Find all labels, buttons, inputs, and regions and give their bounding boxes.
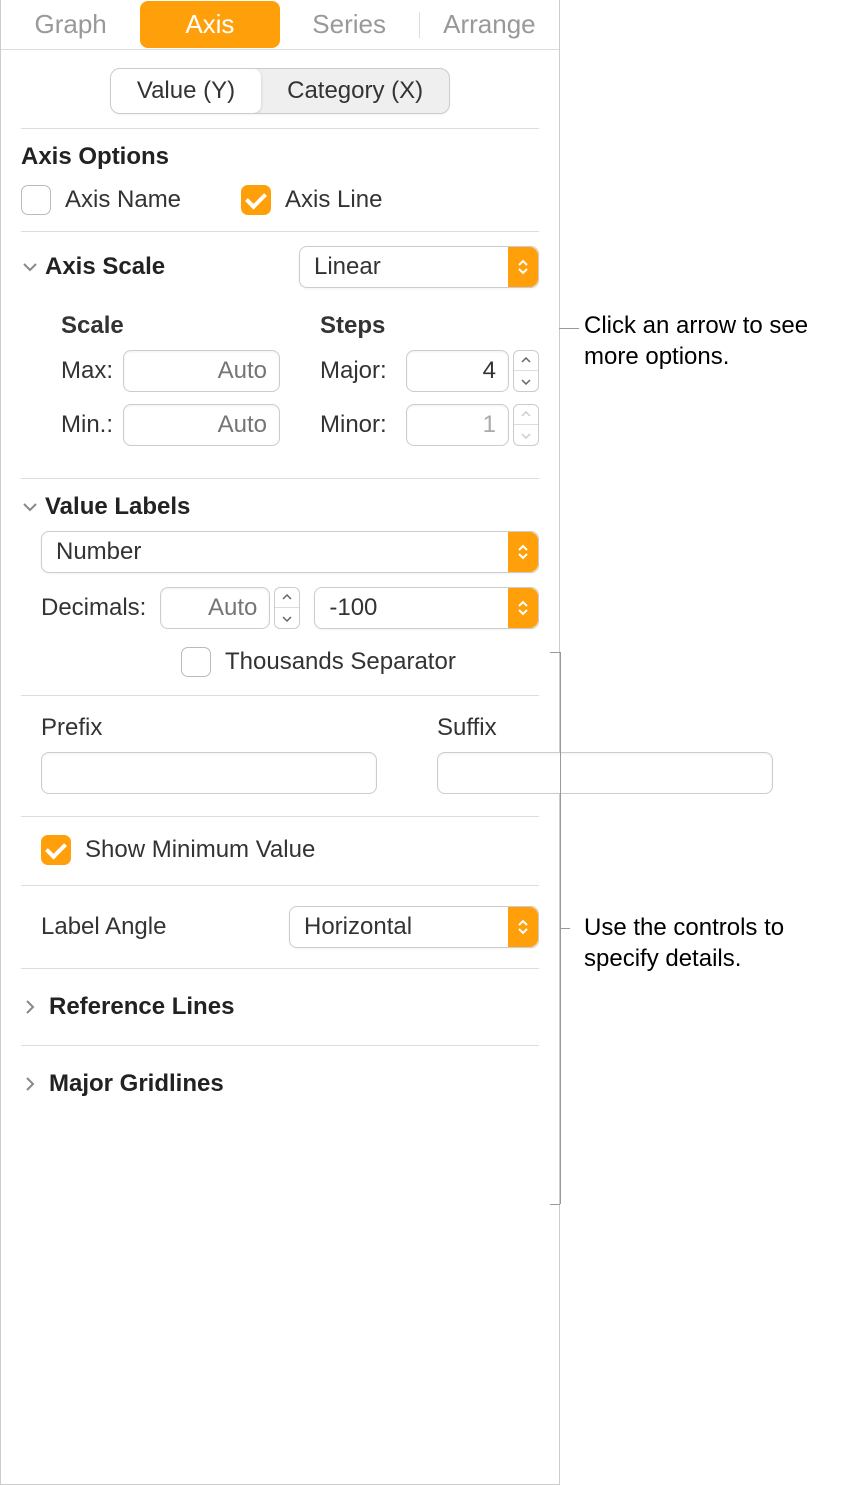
decimals-input[interactable] bbox=[160, 587, 270, 629]
scale-subtitle: Scale bbox=[61, 312, 280, 340]
tab-axis[interactable]: Axis bbox=[140, 1, 279, 48]
negative-format-select[interactable]: -100 bbox=[314, 587, 539, 629]
minor-label: Minor: bbox=[320, 411, 396, 439]
reference-lines-header[interactable]: Reference Lines bbox=[1, 969, 559, 1045]
major-gridlines-header[interactable]: Major Gridlines bbox=[1, 1046, 559, 1122]
inspector-tabs: Graph Axis Series Arrange bbox=[1, 0, 559, 50]
label-angle-value: Horizontal bbox=[290, 913, 426, 941]
axis-name-label: Axis Name bbox=[65, 186, 181, 214]
chevron-up-icon[interactable] bbox=[275, 588, 299, 608]
label-angle-label: Label Angle bbox=[41, 913, 166, 941]
callout-tick bbox=[550, 1204, 560, 1205]
axis-scale-select[interactable]: Linear bbox=[299, 246, 539, 288]
minor-stepper[interactable] bbox=[513, 404, 539, 446]
show-minimum-checkbox[interactable] bbox=[41, 835, 71, 865]
chevron-down-icon[interactable] bbox=[21, 498, 39, 516]
value-labels-header: Value Labels bbox=[1, 479, 559, 531]
axis-line-label: Axis Line bbox=[285, 186, 382, 214]
prefix-label: Prefix bbox=[41, 714, 377, 742]
callout-controls-text: Use the controls to specify details. bbox=[584, 912, 854, 974]
callout-arrow-text: Click an arrow to see more options. bbox=[584, 310, 854, 372]
axis-name-checkbox[interactable] bbox=[21, 185, 51, 215]
thousands-row: Thousands Separator bbox=[1, 643, 559, 695]
chevron-right-icon[interactable] bbox=[21, 1075, 39, 1093]
tab-arrange[interactable]: Arrange bbox=[420, 1, 559, 48]
reference-lines-title: Reference Lines bbox=[49, 993, 539, 1021]
steps-subtitle: Steps bbox=[320, 312, 539, 340]
chevron-down-icon[interactable] bbox=[514, 371, 538, 391]
chevron-down-icon[interactable] bbox=[21, 258, 39, 276]
chevron-right-icon[interactable] bbox=[21, 998, 39, 1016]
segment-category-x[interactable]: Category (X) bbox=[261, 69, 449, 113]
negative-format-value: -100 bbox=[315, 594, 391, 622]
axis-segmented-control[interactable]: Value (Y) Category (X) bbox=[110, 68, 450, 114]
show-minimum-row: Show Minimum Value bbox=[1, 817, 559, 885]
updown-icon bbox=[508, 588, 538, 628]
callout-line bbox=[559, 328, 579, 329]
axis-scale-value: Linear bbox=[300, 253, 395, 281]
axis-line-checkbox[interactable] bbox=[241, 185, 271, 215]
callout-tick bbox=[550, 652, 560, 653]
chevron-down-icon[interactable] bbox=[514, 425, 538, 445]
major-label: Major: bbox=[320, 357, 396, 385]
decimals-stepper[interactable] bbox=[274, 587, 300, 629]
chevron-up-icon[interactable] bbox=[514, 405, 538, 425]
value-labels-title: Value Labels bbox=[45, 493, 539, 521]
axis-options-section: Axis Options Axis Name Axis Line bbox=[1, 129, 559, 231]
axis-options-title: Axis Options bbox=[21, 143, 539, 171]
updown-icon bbox=[508, 247, 538, 287]
axis-scale-header: Axis Scale Linear bbox=[1, 232, 559, 302]
annotations-area: Click an arrow to see more options. Use … bbox=[560, 0, 854, 1485]
thousands-checkbox[interactable] bbox=[181, 647, 211, 677]
inspector-panel: Graph Axis Series Arrange Value (Y) Cate… bbox=[0, 0, 560, 1485]
label-angle-row: Label Angle Horizontal bbox=[1, 886, 559, 968]
show-minimum-label: Show Minimum Value bbox=[85, 836, 315, 864]
axis-line-checkbox-row: Axis Line bbox=[241, 185, 382, 215]
segment-value-y[interactable]: Value (Y) bbox=[111, 69, 261, 113]
steps-column: Steps Major: Minor: bbox=[320, 312, 539, 458]
scale-column: Scale Max: Min.: bbox=[61, 312, 280, 458]
axis-scale-title: Axis Scale bbox=[45, 253, 293, 281]
decimals-row: Decimals: -100 bbox=[1, 587, 559, 643]
updown-icon bbox=[508, 907, 538, 947]
max-label: Max: bbox=[61, 357, 113, 385]
value-format-select[interactable]: Number bbox=[41, 531, 539, 573]
max-input[interactable] bbox=[123, 350, 280, 392]
decimals-label: Decimals: bbox=[41, 594, 146, 622]
updown-icon bbox=[508, 532, 538, 572]
major-gridlines-title: Major Gridlines bbox=[49, 1070, 539, 1098]
major-input[interactable] bbox=[406, 350, 509, 392]
callout-tick bbox=[560, 928, 570, 929]
thousands-label: Thousands Separator bbox=[225, 648, 456, 676]
min-input[interactable] bbox=[123, 404, 280, 446]
tab-graph[interactable]: Graph bbox=[1, 1, 140, 48]
chevron-down-icon[interactable] bbox=[275, 608, 299, 628]
tab-series[interactable]: Series bbox=[280, 1, 419, 48]
label-angle-select[interactable]: Horizontal bbox=[289, 906, 539, 948]
min-label: Min.: bbox=[61, 411, 113, 439]
value-format-value: Number bbox=[42, 538, 155, 566]
scale-steps-group: Scale Max: Min.: Steps Major: bbox=[1, 302, 559, 478]
prefix-suffix-row: Prefix Suffix bbox=[1, 696, 559, 816]
prefix-input[interactable] bbox=[41, 752, 377, 794]
chevron-up-icon[interactable] bbox=[514, 351, 538, 371]
major-stepper[interactable] bbox=[513, 350, 539, 392]
axis-name-checkbox-row: Axis Name bbox=[21, 185, 181, 215]
minor-input[interactable] bbox=[406, 404, 509, 446]
